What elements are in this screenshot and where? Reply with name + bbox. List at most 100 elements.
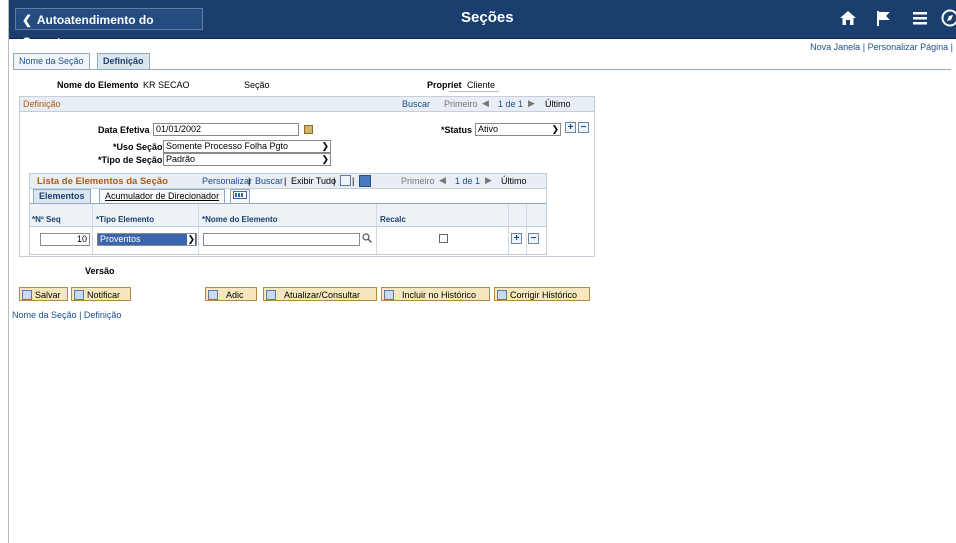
personalize-link[interactable]: Personalizar	[202, 176, 252, 186]
owner-underline	[449, 91, 499, 92]
chevron-down-icon: ❯	[321, 141, 329, 151]
elements-list-header: Lista de Elementos da Seção Personalizar…	[30, 174, 546, 189]
col-element-type[interactable]: *Tipo Elemento	[96, 215, 154, 224]
section-type-value: Padrão	[166, 154, 196, 164]
flag-icon[interactable]	[875, 9, 893, 31]
element-name-label: Nome do Elemento	[57, 80, 139, 90]
chevron-down-icon: ❯	[551, 124, 559, 134]
element-type-select[interactable]: Proventos ❯	[97, 233, 197, 246]
add-row-button[interactable]: +	[565, 122, 576, 133]
next-icon[interactable]: ▶	[485, 175, 492, 186]
tab-accumulator[interactable]: Acumulador de Direcionador	[99, 189, 226, 203]
recalc-checkbox[interactable]	[439, 234, 448, 243]
separator: |	[333, 176, 336, 186]
previous-icon[interactable]: ◀	[482, 98, 489, 109]
download-icon[interactable]	[359, 175, 371, 187]
page-links: Nova Janela | Personalizar Página |	[810, 42, 953, 52]
edit-icon	[497, 290, 507, 300]
col-seq[interactable]: *Nº Seq	[32, 215, 61, 224]
definition-first-link[interactable]: Primeiro	[444, 99, 478, 109]
page-title: Seções	[461, 9, 514, 26]
definition-last-link[interactable]: Último	[545, 99, 571, 109]
notify-button-label: Notificar	[87, 290, 121, 300]
owner-label: Propriet	[427, 80, 462, 90]
personalize-page-link[interactable]: Personalizar Página	[868, 42, 949, 52]
section-use-value: Somente Processo Folha Pgto	[166, 141, 289, 151]
correct-history-button[interactable]: Corrigir Histórico	[494, 287, 590, 301]
tab-divider	[13, 69, 951, 70]
zoom-icon[interactable]	[340, 175, 351, 186]
add-button[interactable]: Adic	[205, 287, 257, 301]
save-icon	[22, 290, 32, 300]
update-button-label: Atualizar/Consultar	[284, 290, 361, 300]
notify-icon	[74, 290, 84, 300]
grid-subtabs: Elementos Acumulador de Direcionador	[30, 188, 546, 204]
definition-search-link[interactable]: Buscar	[402, 99, 430, 109]
chevron-down-icon: ❯	[187, 234, 195, 245]
section-type-label: *Tipo de Seção	[98, 155, 163, 165]
previous-icon[interactable]: ◀	[439, 175, 446, 186]
separator: |	[352, 176, 355, 186]
update-icon	[266, 290, 276, 300]
new-window-link[interactable]: Nova Janela	[810, 42, 860, 52]
status-select-value: Ativo	[478, 124, 499, 134]
add-button-label: Adic	[226, 290, 244, 300]
delete-row-button[interactable]: −	[578, 122, 589, 133]
calendar-icon[interactable]	[304, 125, 313, 134]
save-button[interactable]: Salvar	[19, 287, 68, 301]
grid-first-link[interactable]: Primeiro	[401, 176, 435, 186]
next-icon[interactable]: ▶	[528, 98, 535, 109]
bottom-link-section-name[interactable]: Nome da Seção	[12, 310, 77, 320]
include-history-button[interactable]: Incluir no Histórico	[381, 287, 490, 301]
seq-input[interactable]: 10	[40, 233, 90, 246]
view-all-link[interactable]: Exibir Tudo	[291, 176, 336, 186]
element-type-value: Seção	[244, 80, 270, 90]
element-type-value: Proventos	[100, 234, 141, 244]
tab-section-name[interactable]: Nome da Seção	[13, 53, 90, 69]
update-display-button[interactable]: Atualizar/Consultar	[263, 287, 377, 301]
grid-count: 1 de 1	[455, 176, 481, 186]
history-icon	[384, 290, 394, 300]
lookup-icon[interactable]	[362, 233, 372, 245]
app-window: ❮ Autoatendimento do Gerente Seções Nova…	[8, 0, 956, 543]
owner-value: Cliente	[467, 80, 496, 90]
chevron-down-icon: ❯	[321, 154, 329, 164]
section-use-select[interactable]: Somente Processo Folha Pgto ❯	[163, 140, 331, 153]
definition-group-header: Definição Buscar Primeiro ◀ 1 de 1 ▶ Últ…	[20, 97, 594, 112]
effective-date-input[interactable]: 01/01/2002	[153, 123, 299, 136]
section-type-select[interactable]: Padrão ❯	[163, 153, 331, 166]
separator: |	[248, 176, 251, 186]
tab-elements[interactable]: Elementos	[33, 189, 91, 203]
col-recalc[interactable]: Recalc	[380, 215, 406, 224]
table-row: 10 Proventos ❯ + −	[30, 227, 546, 253]
back-button-label: Autoatendimento do Gerente	[22, 13, 154, 49]
tab-definition[interactable]: Definição	[97, 53, 150, 69]
include-history-label: Incluir no Histórico	[402, 290, 477, 300]
bottom-link-separator: |	[79, 310, 82, 320]
menu-icon[interactable]	[911, 9, 929, 31]
bottom-link-definition[interactable]: Definição	[84, 310, 122, 320]
show-all-columns-icon[interactable]	[230, 189, 250, 203]
elements-list-grid: Lista de Elementos da Seção Personalizar…	[29, 173, 547, 255]
status-select[interactable]: Ativo ❯	[475, 123, 561, 136]
home-icon[interactable]	[839, 9, 857, 31]
add-icon	[208, 290, 218, 300]
correct-history-label: Corrigir Histórico	[510, 290, 578, 300]
notify-button[interactable]: Notificar	[71, 287, 131, 301]
chevron-left-icon: ❮	[22, 13, 33, 27]
add-row-button[interactable]: +	[511, 233, 522, 244]
bottom-links: Nome da Seção | Definição	[12, 310, 121, 320]
delete-row-button[interactable]: −	[528, 233, 539, 244]
back-button[interactable]: ❮ Autoatendimento do Gerente	[15, 8, 203, 49]
definition-count: 1 de 1	[498, 99, 524, 109]
status-label: *Status	[441, 125, 473, 135]
navbar-icon[interactable]	[941, 9, 956, 31]
version-label: Versão	[85, 266, 115, 276]
grid-search-link[interactable]: Buscar	[255, 176, 283, 186]
separator: |	[284, 176, 287, 186]
col-element-name[interactable]: *Nome do Elemento	[202, 215, 278, 224]
element-name-input[interactable]	[203, 233, 360, 246]
link-separator: |	[950, 42, 953, 52]
link-separator: |	[862, 42, 866, 52]
grid-last-link[interactable]: Último	[501, 176, 527, 186]
